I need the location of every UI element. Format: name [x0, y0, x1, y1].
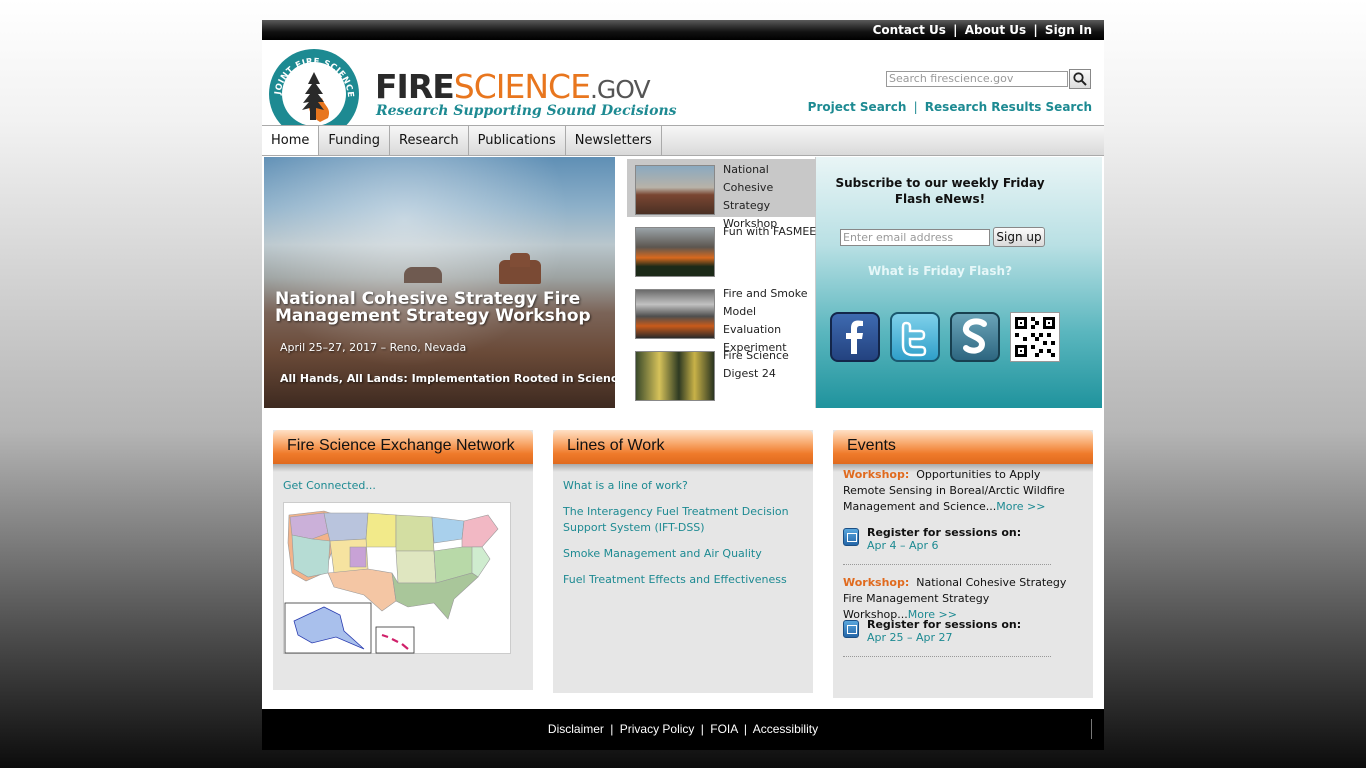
line-of-work-link[interactable]: The Interagency Fuel Treatment Decision … [563, 504, 793, 536]
lines-of-work-box: Lines of Work What is a line of work? Th… [553, 430, 813, 693]
nav-tab-research[interactable]: Research [390, 126, 469, 155]
about-us-link[interactable]: About Us [965, 23, 1026, 37]
sign-in-link[interactable]: Sign In [1045, 23, 1092, 37]
site-header: JOINT FIRE SCIENCE PROGRAM FIRESCIENCE.G… [262, 40, 1104, 139]
email-field[interactable]: Enter email address [840, 229, 990, 246]
slide-thumb[interactable]: Fire Science Digest 24 [627, 345, 816, 403]
calendar-icon [843, 528, 859, 546]
friday-flash-info-link[interactable]: What is Friday Flash? [816, 264, 1064, 278]
nav-tab-home[interactable]: Home [262, 126, 320, 155]
featured-slide[interactable]: National Cohesive Strategy Fire Manageme… [264, 157, 615, 408]
register-label: Register for sessions on: [867, 526, 1022, 539]
slide-thumb-label: Fun with FASMEE [723, 225, 817, 238]
slide-thumb-label: Fire Science Digest 24 [723, 349, 789, 380]
separator: | [700, 722, 704, 736]
event-dates-link[interactable]: Apr 4 – Apr 6 [867, 539, 939, 552]
foia-link[interactable]: FOIA [710, 722, 737, 736]
slide-thumb-image [635, 289, 715, 339]
nav-tab-publications[interactable]: Publications [469, 126, 566, 155]
slide-title: National Cohesive Strategy Fire Manageme… [275, 289, 591, 326]
divider [1091, 719, 1092, 739]
wordmark-science: SCIENCE [453, 67, 591, 106]
newsletter-signup-panel: Subscribe to our weekly Friday Flash eNe… [816, 157, 1102, 408]
wordmark-fire: FIRE [375, 67, 455, 106]
event-type: Workshop: [843, 576, 910, 589]
search-button[interactable] [1069, 69, 1091, 89]
event-type: Workshop: [843, 468, 910, 481]
box-title: Events [847, 437, 896, 454]
events-box: Events Workshop: Opportunities to Apply … [833, 430, 1093, 698]
hero-image-rock [510, 253, 530, 267]
event-item: Workshop: National Cohesive Strategy Fir… [843, 575, 1083, 623]
sign-up-button[interactable]: Sign up [993, 227, 1045, 247]
box-title: Fire Science Exchange Network [287, 437, 515, 454]
search-icon [1073, 72, 1087, 86]
slide-date: April 25–27, 2017 – Reno, Nevada [280, 341, 467, 354]
nav-tab-newsletters[interactable]: Newsletters [566, 126, 662, 155]
separator: | [953, 23, 958, 37]
newsletter-heading: Subscribe to our weekly Friday Flash eNe… [835, 176, 1045, 206]
event-more-link[interactable]: More >> [996, 500, 1045, 513]
slide-thumb-image [635, 227, 715, 277]
get-connected-link[interactable]: Get Connected... [283, 478, 376, 494]
site-wordmark[interactable]: FIRESCIENCE.GOV [375, 67, 651, 106]
box-header-shadow [273, 464, 533, 472]
search-quicklinks: Project Search | Research Results Search [808, 100, 1092, 114]
slide-thumbnail-list: National Cohesive Strategy Workshop Fun … [615, 157, 816, 408]
site-tagline: Research Supporting Sound Decisions [376, 103, 677, 119]
exchange-network-map[interactable] [283, 502, 511, 654]
slide-tagline: All Hands, All Lands: Implementation Roo… [280, 372, 615, 385]
separator: | [743, 722, 748, 736]
slide-thumb[interactable]: Fire and Smoke Model Evaluation Experime… [627, 283, 816, 354]
contact-us-link[interactable]: Contact Us [873, 23, 946, 37]
accessibility-link[interactable]: Accessibility [753, 722, 818, 736]
separator: | [610, 722, 614, 736]
research-results-search-link[interactable]: Research Results Search [925, 100, 1092, 114]
wordmark-gov: .GOV [589, 75, 651, 104]
line-of-work-link[interactable]: Fuel Treatment Effects and Effectiveness [563, 572, 793, 588]
slide-thumb-image [635, 165, 715, 215]
box-header: Lines of Work [553, 430, 813, 464]
site-footer: Disclaimer | Privacy Policy | FOIA | Acc… [262, 709, 1104, 750]
exchange-network-box: Fire Science Exchange Network Get Connec… [273, 430, 533, 690]
utility-bar: Contact Us | About Us | Sign In [262, 20, 1104, 40]
divider [843, 564, 1051, 565]
event-dates-link[interactable]: Apr 25 – Apr 27 [867, 631, 953, 644]
page-container: Contact Us | About Us | Sign In JOINT FI… [262, 20, 1104, 750]
facebook-icon[interactable] [830, 312, 880, 362]
line-of-work-link[interactable]: What is a line of work? [563, 478, 793, 494]
twitter-icon[interactable] [890, 312, 940, 362]
slide-thumb[interactable]: Fun with FASMEE [627, 221, 816, 279]
box-title: Lines of Work [567, 437, 665, 454]
privacy-policy-link[interactable]: Privacy Policy [620, 722, 695, 736]
slide-thumb-image [635, 351, 715, 401]
main-nav: Home Funding Research Publications Newsl… [262, 125, 1104, 156]
slide-thumb[interactable]: National Cohesive Strategy Workshop [627, 159, 816, 230]
scribd-icon[interactable] [950, 312, 1000, 362]
separator: | [1033, 23, 1038, 37]
footer-links: Disclaimer | Privacy Policy | FOIA | Acc… [262, 722, 1104, 736]
site-search-input[interactable]: Search firescience.gov [886, 71, 1068, 87]
divider [843, 656, 1051, 657]
hero-image-rock [404, 267, 442, 283]
disclaimer-link[interactable]: Disclaimer [548, 722, 604, 736]
box-header: Fire Science Exchange Network [273, 430, 533, 464]
project-search-link[interactable]: Project Search [808, 100, 907, 114]
calendar-icon [843, 620, 859, 638]
box-header: Events [833, 430, 1093, 464]
register-label: Register for sessions on: [867, 618, 1022, 631]
event-item: Workshop: Opportunities to Apply Remote … [843, 467, 1083, 515]
line-of-work-link[interactable]: Smoke Management and Air Quality [563, 546, 793, 562]
nav-tab-funding[interactable]: Funding [319, 126, 390, 155]
box-header-shadow [553, 464, 813, 472]
separator: | [913, 100, 918, 114]
qr-code-icon[interactable] [1010, 312, 1060, 362]
